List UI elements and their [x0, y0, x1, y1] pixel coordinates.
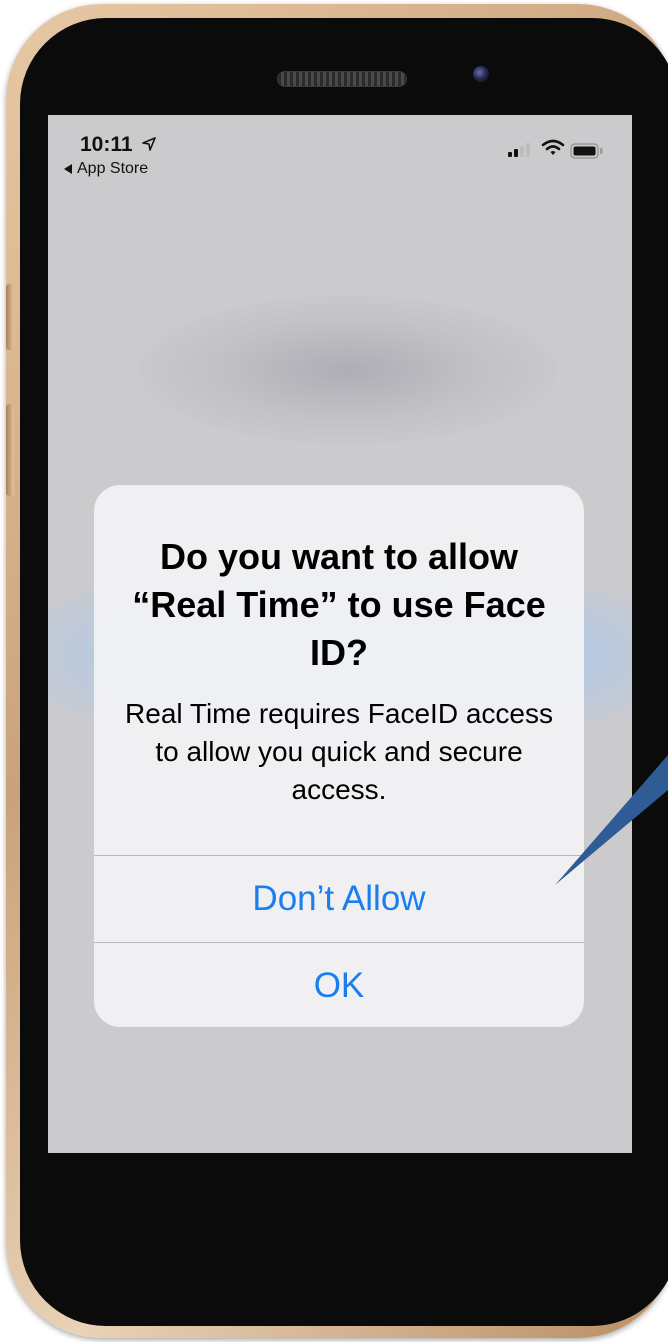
front-camera — [473, 66, 489, 82]
face-id-permission-dialog: Do you want to allow “Real Time” to use … — [94, 485, 584, 1027]
earpiece-speaker — [277, 71, 407, 87]
status-time: 10:11 — [80, 133, 133, 156]
back-triangle-icon — [64, 164, 72, 174]
volume-up-button — [6, 284, 14, 350]
dont-allow-button[interactable]: Don’t Allow — [94, 856, 584, 942]
blurred-background-shape — [138, 295, 558, 445]
dialog-message: Real Time requires FaceID access to allo… — [125, 698, 553, 805]
volume-down-button — [6, 404, 14, 496]
ok-button[interactable]: OK — [94, 943, 584, 1027]
back-to-app-store-link[interactable]: App Store — [64, 160, 148, 178]
wifi-icon — [541, 139, 565, 155]
battery-icon — [570, 143, 603, 159]
status-bar: 10:11 App Store — [48, 115, 632, 185]
location-arrow-icon — [142, 137, 156, 151]
cellular-signal-icon — [508, 143, 530, 157]
page: 10:11 App Store Do you want to allow “Re… — [0, 0, 668, 1342]
dialog-title: Do you want to allow “Real Time” to use … — [132, 536, 546, 673]
phone-screen: 10:11 App Store Do you want to allow “Re… — [48, 115, 632, 1153]
back-link-label: App Store — [77, 160, 149, 177]
